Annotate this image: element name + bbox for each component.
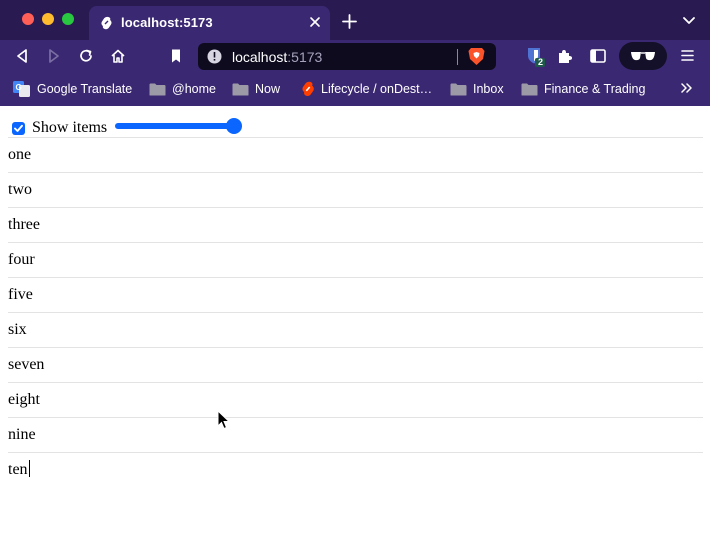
bookmark-label: Lifecycle / onDest…: [321, 82, 433, 96]
bookmark-label: @home: [172, 82, 216, 96]
bookmark-google-translate[interactable]: G Google Translate: [13, 80, 132, 98]
bookmark-lifecycle[interactable]: Lifecycle / onDest…: [300, 80, 432, 98]
brave-shields-icon[interactable]: [468, 47, 485, 66]
list-item: four: [8, 242, 703, 277]
bookmark-icon[interactable]: [167, 47, 185, 65]
slider-track: [115, 123, 239, 129]
menu-icon[interactable]: [681, 49, 694, 62]
svelte-icon: [302, 81, 314, 96]
show-items-control: Show items: [12, 119, 107, 137]
list-item: five: [8, 277, 703, 312]
browser-toolbar: localhost:5173 2: [0, 40, 710, 72]
mouse-pointer-icon: [217, 410, 230, 430]
chevron-down-icon[interactable]: [683, 16, 695, 25]
list-item: three: [8, 207, 703, 242]
address-bar[interactable]: localhost:5173: [198, 43, 496, 70]
list-item-label: five: [8, 286, 33, 303]
info-icon[interactable]: [207, 49, 222, 64]
bookmark-finance-folder[interactable]: Finance & Trading: [521, 80, 645, 98]
folder-icon: [450, 83, 467, 95]
list-item-label: four: [8, 251, 35, 268]
checkmark-icon: [14, 124, 23, 132]
url-port: :5173: [287, 49, 323, 65]
page-content: Show items one two three four five six s…: [0, 106, 710, 556]
bookmark-home-folder[interactable]: @home: [149, 80, 216, 98]
list-item-label: nine: [8, 426, 36, 443]
bookmark-now-folder[interactable]: Now: [232, 80, 280, 98]
list-item-label: three: [8, 216, 40, 233]
svelte-icon: [101, 16, 112, 30]
list-item: seven: [8, 347, 703, 382]
svg-text:G: G: [16, 83, 22, 92]
reload-icon[interactable]: [77, 47, 95, 65]
forward-icon[interactable]: [45, 47, 63, 65]
items-slider[interactable]: [113, 118, 243, 134]
new-tab-icon[interactable]: [342, 14, 357, 29]
list-item: eight: [8, 382, 703, 417]
list-item-label: eight: [8, 391, 40, 408]
url-divider: [457, 49, 458, 65]
list-item: nine: [8, 417, 703, 452]
url-text: localhost:5173: [232, 49, 322, 65]
folder-icon: [521, 83, 538, 95]
list-item: two: [8, 172, 703, 207]
close-window-button[interactable]: [22, 13, 34, 25]
list-item: six: [8, 312, 703, 347]
show-items-label: Show items: [32, 119, 108, 136]
list-item: one: [8, 137, 703, 172]
bitwarden-extension[interactable]: 2: [526, 47, 546, 72]
tab-title: localhost:5173: [121, 15, 213, 30]
list-item-label: six: [8, 321, 27, 338]
bookmarks-bar: G Google Translate @home Now Lifecycle /…: [0, 72, 710, 106]
folder-icon: [232, 83, 249, 95]
list-item-label: one: [8, 146, 32, 163]
text-caret: [28, 460, 30, 477]
folder-icon: [149, 83, 166, 95]
private-profile-button[interactable]: [619, 42, 667, 70]
bookmark-label: Google Translate: [37, 82, 133, 96]
list-item-label: two: [8, 181, 32, 198]
bookmark-label: Inbox: [473, 82, 504, 96]
show-items-checkbox[interactable]: [12, 121, 25, 135]
extensions-puzzle-icon[interactable]: [557, 48, 573, 64]
list-item: ten: [8, 452, 703, 487]
tab-bar: localhost:5173: [0, 0, 710, 40]
list-item-label: seven: [8, 356, 45, 373]
list-item-label: ten: [8, 461, 28, 478]
more-bookmarks-icon[interactable]: [681, 83, 692, 93]
active-tab[interactable]: localhost:5173: [89, 6, 330, 40]
glasses-icon: [631, 52, 655, 61]
items-list: one two three four five six seven eight …: [8, 137, 703, 487]
url-host: localhost: [232, 49, 288, 65]
bookmark-label: Finance & Trading: [544, 82, 646, 96]
minimize-window-button[interactable]: [42, 13, 54, 25]
back-icon[interactable]: [13, 47, 31, 65]
bookmark-inbox-folder[interactable]: Inbox: [450, 80, 504, 98]
close-tab-icon[interactable]: [308, 15, 322, 29]
slider-thumb[interactable]: [226, 118, 242, 134]
maximize-window-button[interactable]: [62, 13, 74, 25]
home-icon[interactable]: [109, 47, 127, 65]
extension-badge: 2: [538, 57, 544, 67]
google-translate-icon: G: [13, 80, 30, 97]
sidebar-icon[interactable]: [590, 49, 606, 63]
bookmark-label: Now: [255, 82, 281, 96]
